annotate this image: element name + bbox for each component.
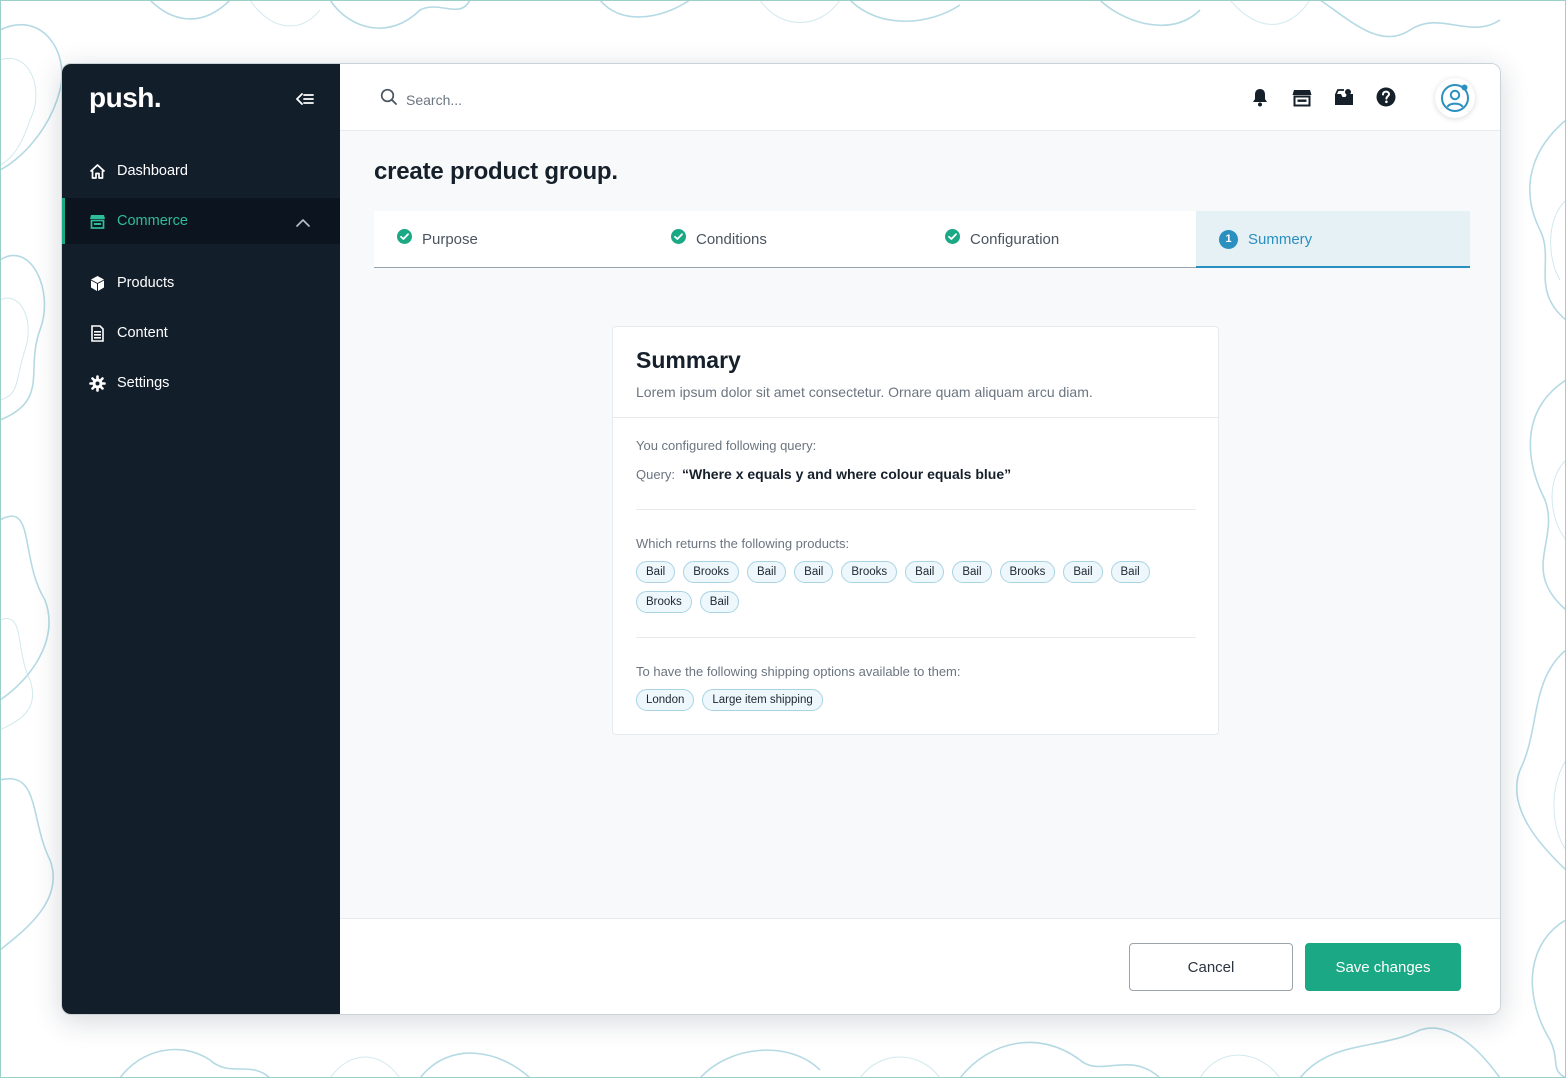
query-row: Query: “Where x equals y and where colou… (636, 466, 1196, 482)
product-chip[interactable]: Brooks (683, 561, 739, 583)
sidebar-item-content[interactable]: Content (62, 310, 340, 356)
sidebar-item-settings[interactable]: Settings (62, 360, 340, 406)
bell-icon[interactable] (1249, 86, 1271, 108)
cancel-button[interactable]: Cancel (1129, 943, 1293, 991)
top-bar (340, 64, 1500, 131)
product-chip[interactable]: Bail (1063, 561, 1103, 583)
cube-icon (89, 275, 106, 292)
product-chip[interactable]: Bail (905, 561, 945, 583)
shipping-chip[interactable]: London (636, 689, 695, 711)
shipping-intro: To have the following shipping options a… (636, 664, 961, 679)
stepper: Purpose Conditions Configuration 1 Summe… (374, 211, 1470, 268)
summary-card-header: Summary Lorem ipsum dolor sit amet conse… (613, 327, 1218, 418)
summary-card: Summary Lorem ipsum dolor sit amet conse… (612, 326, 1219, 735)
search-input[interactable] (406, 91, 806, 108)
main-content: create product group. Purpose Conditions… (340, 64, 1500, 1014)
product-chip[interactable]: Brooks (636, 591, 692, 613)
chevron-up-icon[interactable] (296, 214, 310, 232)
shipping-section: To have the following shipping options a… (636, 638, 1196, 711)
page-title: create product group. (374, 158, 618, 185)
product-chip[interactable]: Bail (1110, 561, 1150, 583)
user-avatar-icon[interactable] (1435, 78, 1475, 118)
check-circle-icon (397, 229, 412, 249)
summary-subtitle: Lorem ipsum dolor sit amet consectetur. … (636, 384, 1093, 400)
products-section: Which returns the following products: Ba… (636, 510, 1196, 638)
sidebar-item-commerce[interactable]: Commerce (62, 198, 340, 244)
product-chip[interactable]: Bail (794, 561, 834, 583)
step-label: Conditions (696, 230, 767, 248)
shipping-chips: London Large item shipping (636, 689, 1196, 711)
step-number-badge: 1 (1219, 229, 1238, 249)
document-icon (89, 324, 106, 342)
sidebar-item-label: Content (117, 325, 168, 341)
query-section: You configured following query: Query: “… (636, 418, 1196, 510)
products-intro: Which returns the following products: (636, 536, 850, 551)
sidebar-item-label: Commerce (117, 213, 188, 229)
save-changes-button[interactable]: Save changes (1305, 943, 1461, 991)
sidebar: push. Dashboard Commerce Products Conten… (62, 64, 340, 1014)
step-conditions[interactable]: Conditions (648, 211, 922, 267)
gear-icon (89, 374, 106, 392)
check-circle-icon (671, 229, 686, 249)
product-chip[interactable]: Brooks (841, 561, 898, 583)
app-window: push. Dashboard Commerce Products Conten… (61, 63, 1501, 1015)
search-icon (380, 88, 398, 111)
store-icon[interactable] (1291, 86, 1313, 108)
step-label: Configuration (970, 230, 1060, 248)
sidebar-item-label: Settings (117, 375, 170, 391)
store-icon (89, 213, 106, 230)
query-value: “Where x equals y and where colour equal… (682, 466, 1012, 482)
collapse-sidebar-icon[interactable] (294, 88, 316, 110)
home-icon (89, 163, 106, 180)
query-label: Query: (636, 467, 676, 482)
shipping-chip[interactable]: Large item shipping (702, 689, 823, 711)
query-intro: You configured following query: (636, 438, 817, 453)
step-summery[interactable]: 1 Summery (1196, 211, 1470, 268)
product-chip[interactable]: Brooks (999, 561, 1056, 583)
product-chip[interactable]: Bail (636, 561, 676, 583)
push-logo[interactable]: push. (89, 82, 162, 114)
check-circle-icon (945, 229, 960, 249)
product-chip[interactable]: Bail (746, 561, 787, 583)
step-configuration[interactable]: Configuration (922, 211, 1196, 267)
step-purpose[interactable]: Purpose (374, 211, 648, 267)
sidebar-item-label: Products (117, 275, 175, 291)
step-label: Summery (1248, 230, 1313, 248)
product-chip[interactable]: Bail (699, 591, 739, 613)
summary-title: Summary (636, 347, 741, 373)
product-chips: Bail Brooks Bail Bail Brooks Bail Bail B… (636, 561, 1196, 613)
step-label: Purpose (422, 230, 478, 248)
inbox-icon[interactable] (1333, 86, 1355, 108)
product-chip[interactable]: Bail (952, 561, 992, 583)
search-bar (380, 88, 806, 111)
sidebar-item-dashboard[interactable]: Dashboard (62, 148, 340, 194)
help-icon[interactable] (1375, 86, 1397, 108)
sidebar-item-label: Dashboard (117, 163, 188, 179)
sidebar-item-products[interactable]: Products (62, 260, 340, 306)
action-footer: Cancel Save changes (340, 918, 1500, 1014)
